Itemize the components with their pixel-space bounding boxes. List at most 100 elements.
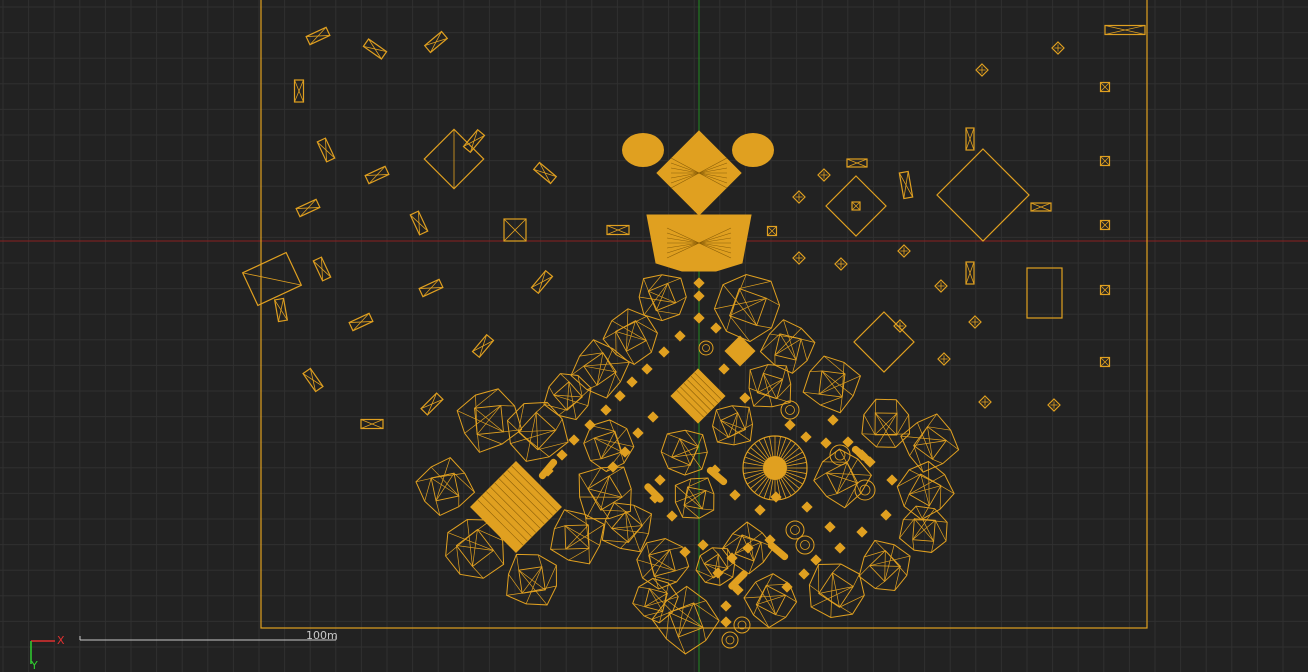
path-stone (827, 414, 839, 426)
prop-box[interactable] (606, 224, 630, 236)
prop-box[interactable] (360, 418, 384, 430)
bush[interactable] (698, 340, 714, 356)
path-stone (720, 616, 732, 628)
rock-mesh[interactable] (858, 539, 911, 591)
prop-box[interactable] (532, 161, 558, 185)
gizmo-x-label: X (57, 634, 65, 647)
prop-box[interactable] (965, 261, 975, 285)
path-stone (647, 411, 659, 423)
tree-canopy[interactable] (622, 133, 664, 167)
crate[interactable] (1099, 284, 1111, 296)
gizmo-y-label: Y (31, 659, 38, 672)
rock-mesh[interactable] (712, 405, 753, 446)
marker[interactable] (937, 352, 951, 366)
crate[interactable] (851, 201, 861, 211)
prop-box[interactable] (1104, 24, 1146, 36)
prop-box[interactable] (418, 278, 444, 298)
rock-mesh[interactable] (808, 563, 865, 618)
rock-mesh[interactable] (748, 364, 792, 408)
marker[interactable] (1051, 41, 1065, 55)
rock-mesh[interactable] (802, 355, 862, 414)
fountain[interactable] (742, 435, 808, 501)
spawn-area[interactable] (1026, 267, 1063, 319)
rock-mesh[interactable] (632, 577, 679, 624)
prop-box[interactable] (295, 198, 321, 218)
path-stone (834, 542, 846, 554)
marker[interactable] (893, 319, 907, 333)
path-stone (679, 546, 691, 558)
marker[interactable] (975, 63, 989, 77)
crate[interactable] (1099, 219, 1111, 231)
marker[interactable] (897, 244, 911, 258)
rock-mesh[interactable] (896, 460, 955, 521)
prop-box[interactable] (302, 367, 324, 393)
path-stone (801, 501, 813, 513)
rock-mesh[interactable] (570, 339, 630, 399)
prop-box[interactable] (530, 269, 554, 295)
path-stone (658, 346, 670, 358)
log[interactable] (767, 541, 790, 562)
path-stone (693, 277, 705, 289)
prop-box[interactable] (312, 256, 332, 282)
bush[interactable] (733, 616, 751, 634)
marker[interactable] (1047, 398, 1061, 412)
path-stone (720, 600, 732, 612)
marker[interactable] (968, 315, 982, 329)
rock-mesh[interactable] (743, 573, 798, 629)
path-stone (654, 474, 666, 486)
path-stone (614, 390, 626, 402)
path-stone (856, 526, 868, 538)
tree-canopy[interactable] (732, 133, 774, 167)
path-stone (754, 504, 766, 516)
path-stone (781, 581, 793, 593)
path-stone (600, 404, 612, 416)
path-stone (739, 392, 751, 404)
path-stone (784, 419, 796, 431)
marker[interactable] (834, 257, 848, 271)
bush[interactable] (721, 631, 739, 649)
rock-mesh[interactable] (506, 553, 557, 606)
rock-mesh[interactable] (543, 373, 592, 421)
marker[interactable] (792, 251, 806, 265)
crate[interactable] (766, 225, 778, 237)
rock-mesh[interactable] (713, 273, 781, 343)
marker[interactable] (792, 190, 806, 204)
path-stone (584, 419, 596, 431)
rock-mesh[interactable] (898, 505, 948, 553)
path-stone (800, 431, 812, 443)
grid (0, 0, 1308, 672)
marker[interactable] (978, 395, 992, 409)
zone-diamond[interactable] (853, 311, 915, 373)
scale-bar-label: 100m (306, 629, 338, 642)
prop-box[interactable] (471, 333, 495, 359)
path-stone (729, 489, 741, 501)
prop-box[interactable] (420, 392, 444, 416)
rock-mesh[interactable] (695, 547, 736, 586)
tower[interactable] (670, 368, 726, 424)
path-stone (693, 290, 705, 302)
prop-box[interactable] (898, 170, 914, 200)
prop-box[interactable] (362, 38, 388, 60)
rock-mesh[interactable] (415, 456, 476, 517)
prop-box[interactable] (1030, 202, 1052, 212)
trigger-volume[interactable] (241, 251, 303, 307)
prop-box[interactable] (965, 127, 975, 151)
rock-mesh[interactable] (638, 274, 687, 322)
path-stone (886, 474, 898, 486)
log[interactable] (851, 445, 874, 466)
marker[interactable] (934, 279, 948, 293)
bush[interactable] (854, 479, 876, 501)
prop-box[interactable] (305, 26, 331, 46)
marker[interactable] (817, 168, 831, 182)
rock-mesh[interactable] (602, 308, 658, 365)
prop-box[interactable] (364, 165, 390, 185)
path-stone (632, 427, 644, 439)
rock-mesh[interactable] (550, 509, 605, 565)
scene-canvas[interactable] (0, 0, 1308, 672)
prop-box[interactable] (273, 297, 289, 323)
prop-box[interactable] (316, 137, 336, 163)
prop-box[interactable] (423, 30, 449, 54)
path-stone (810, 554, 822, 566)
top-view-viewport[interactable]: X Y 100m (0, 0, 1308, 672)
zone-diamond[interactable] (936, 148, 1030, 242)
